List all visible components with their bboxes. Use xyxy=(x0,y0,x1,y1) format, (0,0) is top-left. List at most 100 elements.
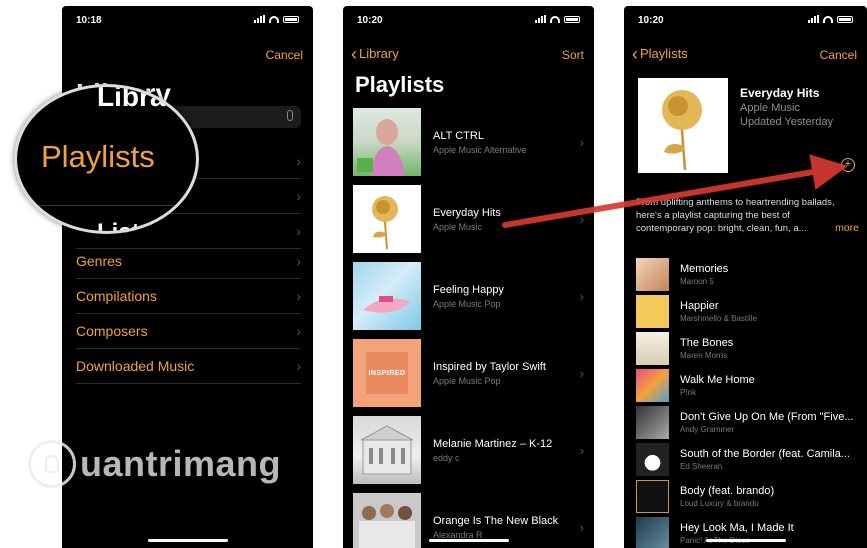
song-artist: Loud Luxury & brando xyxy=(680,499,759,508)
playlist-name: Inspired by Taylor Swift xyxy=(433,360,546,373)
song-artist: Maren Morris xyxy=(680,351,728,360)
song-artist: Maroon 5 xyxy=(680,277,714,286)
magnified-playlists-item[interactable]: Playlists xyxy=(41,139,155,175)
playlist-curator: Apple Music Pop xyxy=(433,298,501,309)
song-row[interactable]: Don't Give Up On Me (From "Five... Andy G… xyxy=(636,404,867,441)
playlist-description: From uplifting anthems to heartrending b… xyxy=(636,197,835,234)
wifi-icon xyxy=(550,15,560,23)
watermark-text: uantrimang xyxy=(80,443,282,484)
song-artist: Andy Grammer xyxy=(680,425,735,434)
song-row[interactable]: Hey Look Ma, I Made ItPanic! At The Disc… xyxy=(636,515,867,548)
home-indicator xyxy=(147,539,228,542)
add-playlist-button[interactable]: + xyxy=(841,158,855,172)
chevron-right-icon: › xyxy=(579,365,584,381)
playlist-row-alt-ctrl[interactable]: ALT CTRL Apple Music Alternative › xyxy=(353,106,584,178)
chevron-left-icon: ‹ xyxy=(351,43,357,64)
library-item-label: Genres xyxy=(76,253,122,269)
back-button[interactable]: ‹ Library xyxy=(351,43,399,64)
artwork-label: INSPIRED xyxy=(368,369,406,377)
back-label: Playlists xyxy=(640,46,688,61)
chevron-right-icon: › xyxy=(296,153,301,169)
signal-icon xyxy=(808,15,819,23)
song-row[interactable]: South of the Border (feat. Camila... Ed S… xyxy=(636,441,867,478)
magnified-library-title: Library xyxy=(97,84,192,112)
status-bar: 10:20 xyxy=(343,6,594,28)
playlist-artwork xyxy=(353,493,421,548)
song-title: The Bones xyxy=(680,337,734,349)
album-artwork xyxy=(636,332,669,365)
phone-playlist-detail-screen: 10:20 ‹ Playlists Cancel Everyday Hits Ap… xyxy=(624,6,867,548)
playlist-name: Orange Is The New Black xyxy=(433,514,559,527)
library-item-downloaded-music[interactable]: Downloaded Music › xyxy=(76,349,301,384)
song-title: Walk Me Home xyxy=(680,374,755,386)
person-photo-icon xyxy=(357,119,405,176)
chevron-right-icon: › xyxy=(296,323,301,339)
library-item-genres[interactable]: Genres › xyxy=(76,244,301,279)
playlist-name: Feeling Happy xyxy=(433,283,504,296)
battery-icon xyxy=(283,15,299,23)
status-icons xyxy=(535,15,580,23)
playlist-artwork xyxy=(353,416,421,484)
chevron-right-icon: › xyxy=(296,188,301,204)
library-item-label: Downloaded Music xyxy=(76,358,195,374)
playlist-curator: Apple Music xyxy=(433,221,483,232)
album-artwork xyxy=(636,406,669,439)
status-time: 10:20 xyxy=(357,15,383,26)
library-item-compilations[interactable]: Compilations › xyxy=(76,279,301,314)
chevron-right-icon: › xyxy=(296,223,301,239)
song-row[interactable]: Walk Me Home P!nk xyxy=(636,367,867,404)
playlist-row-feeling-happy[interactable]: Feeling Happy Apple Music Pop › xyxy=(353,260,584,332)
playlist-artwork xyxy=(353,262,421,330)
status-bar: 10:18 xyxy=(62,6,313,28)
status-bar: 10:20 xyxy=(624,6,867,28)
song-row[interactable]: Memories Maroon 5 xyxy=(636,256,867,293)
signal-icon xyxy=(535,15,546,23)
page-title: Playlists xyxy=(355,72,445,97)
status-icons xyxy=(808,15,853,23)
rose-icon xyxy=(372,196,398,250)
playlist-curator[interactable]: Apple Music xyxy=(740,102,800,114)
magnifier-callout: Library Playlists List xyxy=(14,84,199,234)
cancel-button[interactable]: Cancel xyxy=(820,48,857,62)
abstract-art-icon xyxy=(363,296,411,313)
album-artwork xyxy=(636,258,669,291)
song-artist: Marshmello & Bastille xyxy=(680,314,757,323)
song-row[interactable]: Happier Marshmello & Bastille xyxy=(636,293,867,330)
library-item-label: Composers xyxy=(76,323,148,339)
library-item-label: Compilations xyxy=(76,288,157,304)
playlist-row-melanie-martinez-k12[interactable]: Melanie Martinez – K-12 eddy c › xyxy=(353,414,584,486)
chevron-right-icon: › xyxy=(579,134,584,150)
status-time: 10:18 xyxy=(76,15,102,26)
song-artist: P!nk xyxy=(680,388,697,397)
building-icon xyxy=(360,425,414,475)
playlist-row-everyday-hits[interactable]: Everyday Hits Apple Music › xyxy=(353,183,584,255)
back-button[interactable]: ‹ Playlists xyxy=(632,43,688,64)
phone-playlists-screen: 10:20 ‹ Library Sort Playlists ALT CTRL Ap… xyxy=(343,6,594,548)
back-label: Library xyxy=(359,46,399,61)
chevron-left-icon: ‹ xyxy=(632,43,638,64)
playlist-title: Everyday Hits xyxy=(740,86,820,100)
group-photo-icon xyxy=(359,504,415,548)
cancel-button[interactable]: Cancel xyxy=(266,48,303,62)
playlist-row-inspired-by-taylor-swift[interactable]: INSPIRED Inspired by Taylor Swift Apple M… xyxy=(353,337,584,409)
chevron-right-icon: › xyxy=(579,211,584,227)
playlist-updated: Updated Yesterday xyxy=(740,116,833,128)
chevron-right-icon: › xyxy=(296,253,301,269)
playlist-artwork xyxy=(638,78,728,173)
status-icons xyxy=(254,15,299,23)
song-row[interactable]: The Bones Maren Morris xyxy=(636,330,867,367)
microphone-icon[interactable] xyxy=(287,110,293,121)
chevron-right-icon: › xyxy=(579,519,584,535)
playlist-curator: Apple Music Pop xyxy=(433,375,501,386)
home-indicator xyxy=(705,539,786,542)
playlist-curator: Apple Music Alternative xyxy=(433,144,527,155)
album-artwork xyxy=(636,295,669,328)
song-title: Don't Give Up On Me (From "Five... xyxy=(680,411,854,423)
wifi-icon xyxy=(823,15,833,23)
chevron-right-icon: › xyxy=(296,288,301,304)
library-item-composers[interactable]: Composers › xyxy=(76,314,301,349)
song-row[interactable]: Body (feat. brando) Loud Luxury & brando xyxy=(636,478,867,515)
more-link[interactable]: more xyxy=(835,222,859,234)
sort-button[interactable]: Sort xyxy=(562,48,584,62)
playlist-curator: eddy c xyxy=(433,452,460,463)
